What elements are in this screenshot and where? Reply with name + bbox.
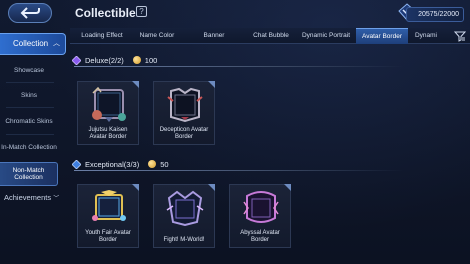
section-exceptional-header: Exceptional(3/3) 50 [72, 157, 442, 171]
sidebar-collection[interactable]: Collection ︿ [0, 33, 66, 55]
card-label: Jujutsu Kaisen Avatar Border [88, 127, 128, 140]
corner-marker-icon [284, 184, 291, 191]
avatar-border-card[interactable]: Abyssal Avatar Border [229, 184, 291, 248]
section-title: Exceptional(3/3) [85, 159, 140, 169]
corner-marker-icon [132, 184, 139, 191]
sidebar-collection-label: Collection [13, 39, 49, 48]
tab-dynamic[interactable]: Dynami [412, 28, 440, 44]
sidebar-item-skins[interactable]: Skins [0, 89, 58, 101]
sidebar-item-non-match-collection[interactable]: Non-Match Collection [0, 162, 58, 186]
tab-loading-effect[interactable]: Loading Effect [76, 28, 128, 44]
tab-avatar-border[interactable]: Avatar Border [356, 28, 408, 44]
corner-marker-icon [132, 81, 139, 88]
section-divider [74, 170, 404, 171]
help-icon[interactable]: ? [136, 6, 147, 17]
chevron-down-icon: ﹀ [53, 196, 60, 202]
category-tabs: Loading Effect Name Color Banner Chat Bu… [70, 28, 470, 44]
card-label: Decepticon Avatar Border [159, 127, 209, 140]
corner-marker-icon [208, 184, 215, 191]
youth-fair-border-art [92, 190, 126, 221]
sidebar-item-label: Non-Match Collection [12, 167, 45, 181]
section-points: 50 [160, 159, 169, 169]
card-label: Youth Fair Avatar Border [85, 230, 131, 243]
fight-m-world-border-art [166, 190, 204, 226]
deluxe-gem-icon [72, 55, 81, 65]
sidebar-item-label: In-Match Collection [1, 143, 57, 151]
sidebar-achievements[interactable]: Achievements ﹀ [0, 193, 66, 202]
card-label: Fight! M-World! [163, 237, 205, 243]
tab-chat-bubble[interactable]: Chat Bubble [246, 28, 296, 44]
sidebar-item-label: Showcase [14, 66, 44, 74]
tab-name-color[interactable]: Name Color [134, 28, 180, 44]
chevron-up-icon: ︿ [53, 40, 60, 47]
sidebar-item-chromatic-skins[interactable]: Chromatic Skins [0, 112, 58, 130]
tab-dynamic-portrait[interactable]: Dynamic Portrait [298, 28, 354, 44]
avatar-border-card[interactable]: Jujutsu Kaisen Avatar Border [77, 81, 139, 145]
tab-banner[interactable]: Banner [190, 28, 238, 44]
sidebar-item-in-match-collection[interactable]: In-Match Collection [0, 138, 58, 156]
coin-icon [132, 56, 141, 64]
section-deluxe-header: Deluxe(2/2) 100 [72, 53, 442, 67]
card-label: Abyssal Avatar Border [240, 230, 280, 243]
jujutsu-kaisen-border-art [92, 87, 126, 122]
sidebar-divider [6, 134, 54, 135]
back-button[interactable] [8, 3, 52, 23]
abyssal-border-art [243, 191, 279, 223]
sidebar-item-label: Skins [21, 91, 37, 99]
decepticon-border-art [167, 87, 203, 123]
exceptional-gem-icon [72, 159, 81, 169]
sidebar-achievements-label: Achievements [4, 193, 52, 202]
sidebar-divider [6, 82, 54, 83]
avatar-border-card[interactable]: Decepticon Avatar Border [153, 81, 215, 145]
coin-icon [148, 160, 157, 168]
avatar-border-card[interactable]: Fight! M-World! [153, 184, 215, 248]
avatar-border-card[interactable]: Youth Fair Avatar Border [77, 184, 139, 248]
section-divider [74, 66, 404, 67]
page-title: Collectible [75, 6, 136, 20]
filter-icon[interactable] [454, 30, 466, 42]
back-arrow-icon [20, 7, 40, 19]
sidebar-divider [6, 107, 54, 108]
collection-points-counter: 20575/22000 [406, 7, 464, 22]
sidebar-item-showcase[interactable]: Showcase [0, 64, 58, 76]
corner-marker-icon [208, 81, 215, 88]
sidebar: Collection ︿ Showcase Skins Chromatic Sk… [0, 30, 66, 264]
section-points: 100 [144, 55, 158, 65]
section-title: Deluxe(2/2) [85, 55, 124, 65]
sidebar-item-label: Chromatic Skins [5, 117, 53, 125]
